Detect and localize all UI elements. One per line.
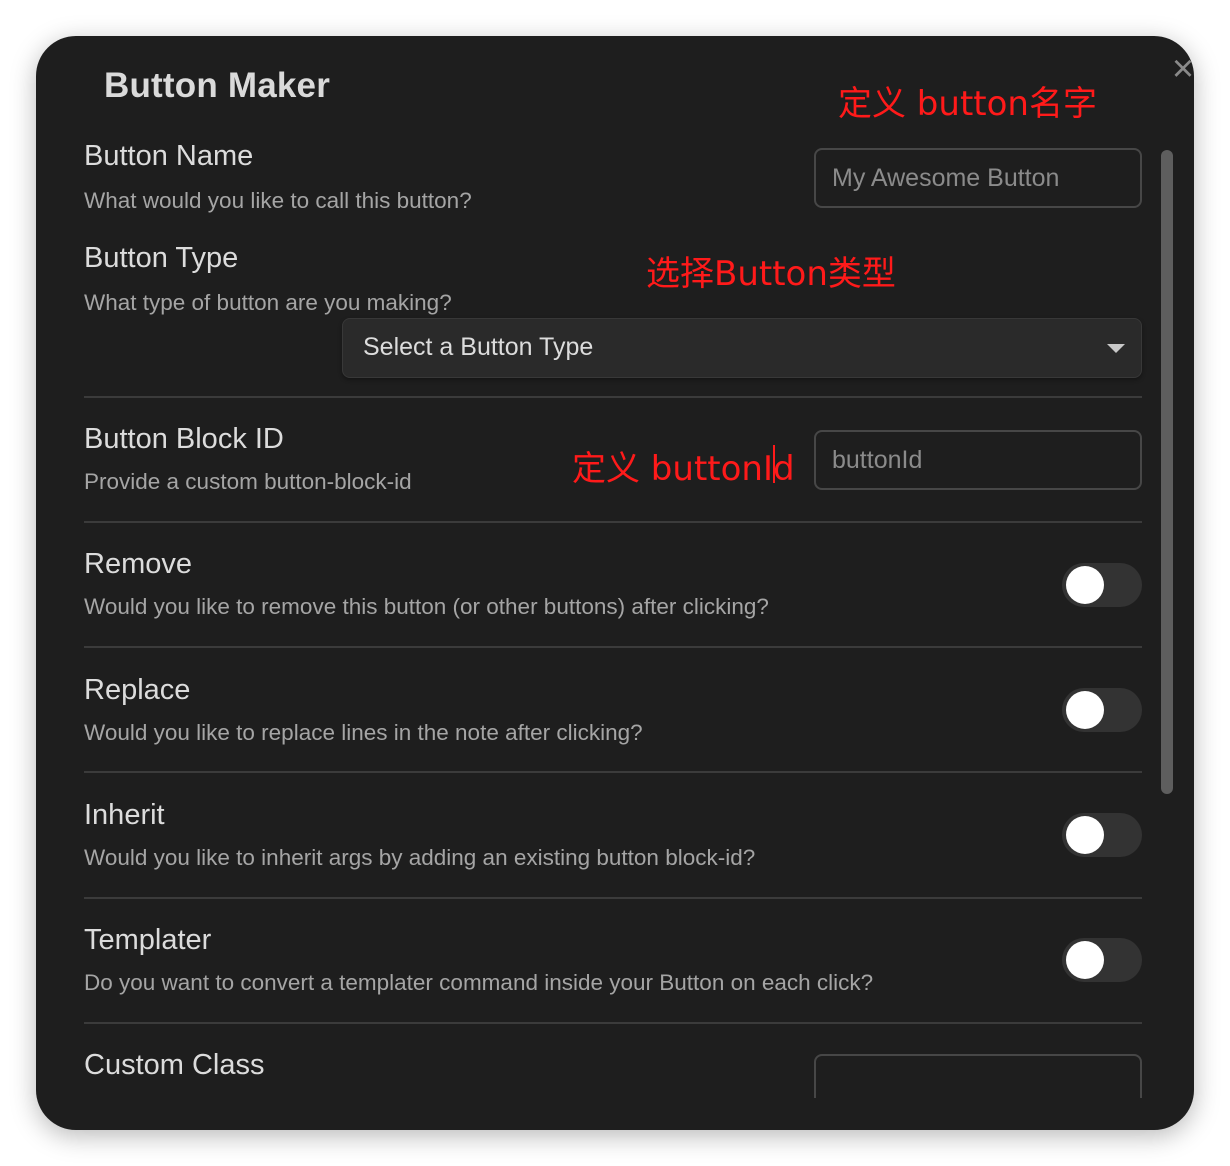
button-maker-modal: Button Maker × Button Name What would yo… — [36, 36, 1194, 1130]
setting-description: Would you like to inherit args by adding… — [84, 845, 756, 870]
divider — [84, 897, 1142, 899]
custom-class-input[interactable] — [814, 1054, 1142, 1098]
scrollbar[interactable] — [1158, 140, 1176, 1098]
divider — [84, 646, 1142, 648]
setting-description: Provide a custom button-block-id — [84, 469, 412, 494]
toggle-knob — [1066, 691, 1104, 729]
annotation-button-id: 定义 buttonId — [572, 449, 795, 489]
setting-name: Button Name — [84, 140, 254, 172]
setting-name: Button Type — [84, 242, 239, 274]
replace-toggle[interactable] — [1062, 688, 1142, 732]
divider — [84, 771, 1142, 773]
setting-description: What type of button are you making? — [84, 290, 452, 315]
setting-description: Would you like to remove this button (or… — [84, 594, 769, 619]
close-icon[interactable]: × — [1168, 50, 1194, 88]
button-type-select[interactable]: Select a Button Type — [342, 318, 1142, 378]
setting-templater: Templater Do you want to convert a templ… — [84, 924, 1142, 1024]
setting-name: Inherit — [84, 799, 165, 831]
setting-name: Remove — [84, 548, 192, 580]
annotation-button-type: 选择Button类型 — [646, 254, 896, 294]
select-value: Select a Button Type — [363, 333, 594, 361]
toggle-knob — [1066, 941, 1104, 979]
setting-name: Replace — [84, 674, 191, 706]
setting-replace: Replace Would you like to replace lines … — [84, 674, 1142, 774]
annotation-button-name: 定义 button名字 — [838, 84, 1097, 124]
block-id-input[interactable] — [814, 430, 1142, 490]
modal-title: Button Maker — [104, 66, 331, 105]
setting-name: Button Block ID — [84, 423, 284, 455]
setting-name: Custom Class — [84, 1049, 265, 1081]
chevron-down-icon — [1107, 344, 1125, 353]
setting-inherit: Inherit Would you like to inherit args b… — [84, 799, 1142, 899]
remove-toggle[interactable] — [1062, 563, 1142, 607]
setting-name: Templater — [84, 924, 212, 956]
divider — [84, 396, 1142, 398]
setting-description: Would you like to replace lines in the n… — [84, 720, 643, 745]
inherit-toggle[interactable] — [1062, 813, 1142, 857]
templater-toggle[interactable] — [1062, 938, 1142, 982]
setting-remove: Remove Would you like to remove this but… — [84, 548, 1142, 648]
scrollbar-thumb[interactable] — [1161, 150, 1173, 794]
text-cursor — [773, 445, 775, 483]
setting-description: Do you want to convert a templater comma… — [84, 970, 874, 995]
toggle-knob — [1066, 816, 1104, 854]
setting-description: What would you like to call this button? — [84, 188, 472, 213]
button-name-input[interactable] — [814, 148, 1142, 208]
divider — [84, 1022, 1142, 1024]
toggle-knob — [1066, 566, 1104, 604]
modal-content: Button Name What would you like to call … — [36, 140, 1194, 1098]
divider — [84, 521, 1142, 523]
